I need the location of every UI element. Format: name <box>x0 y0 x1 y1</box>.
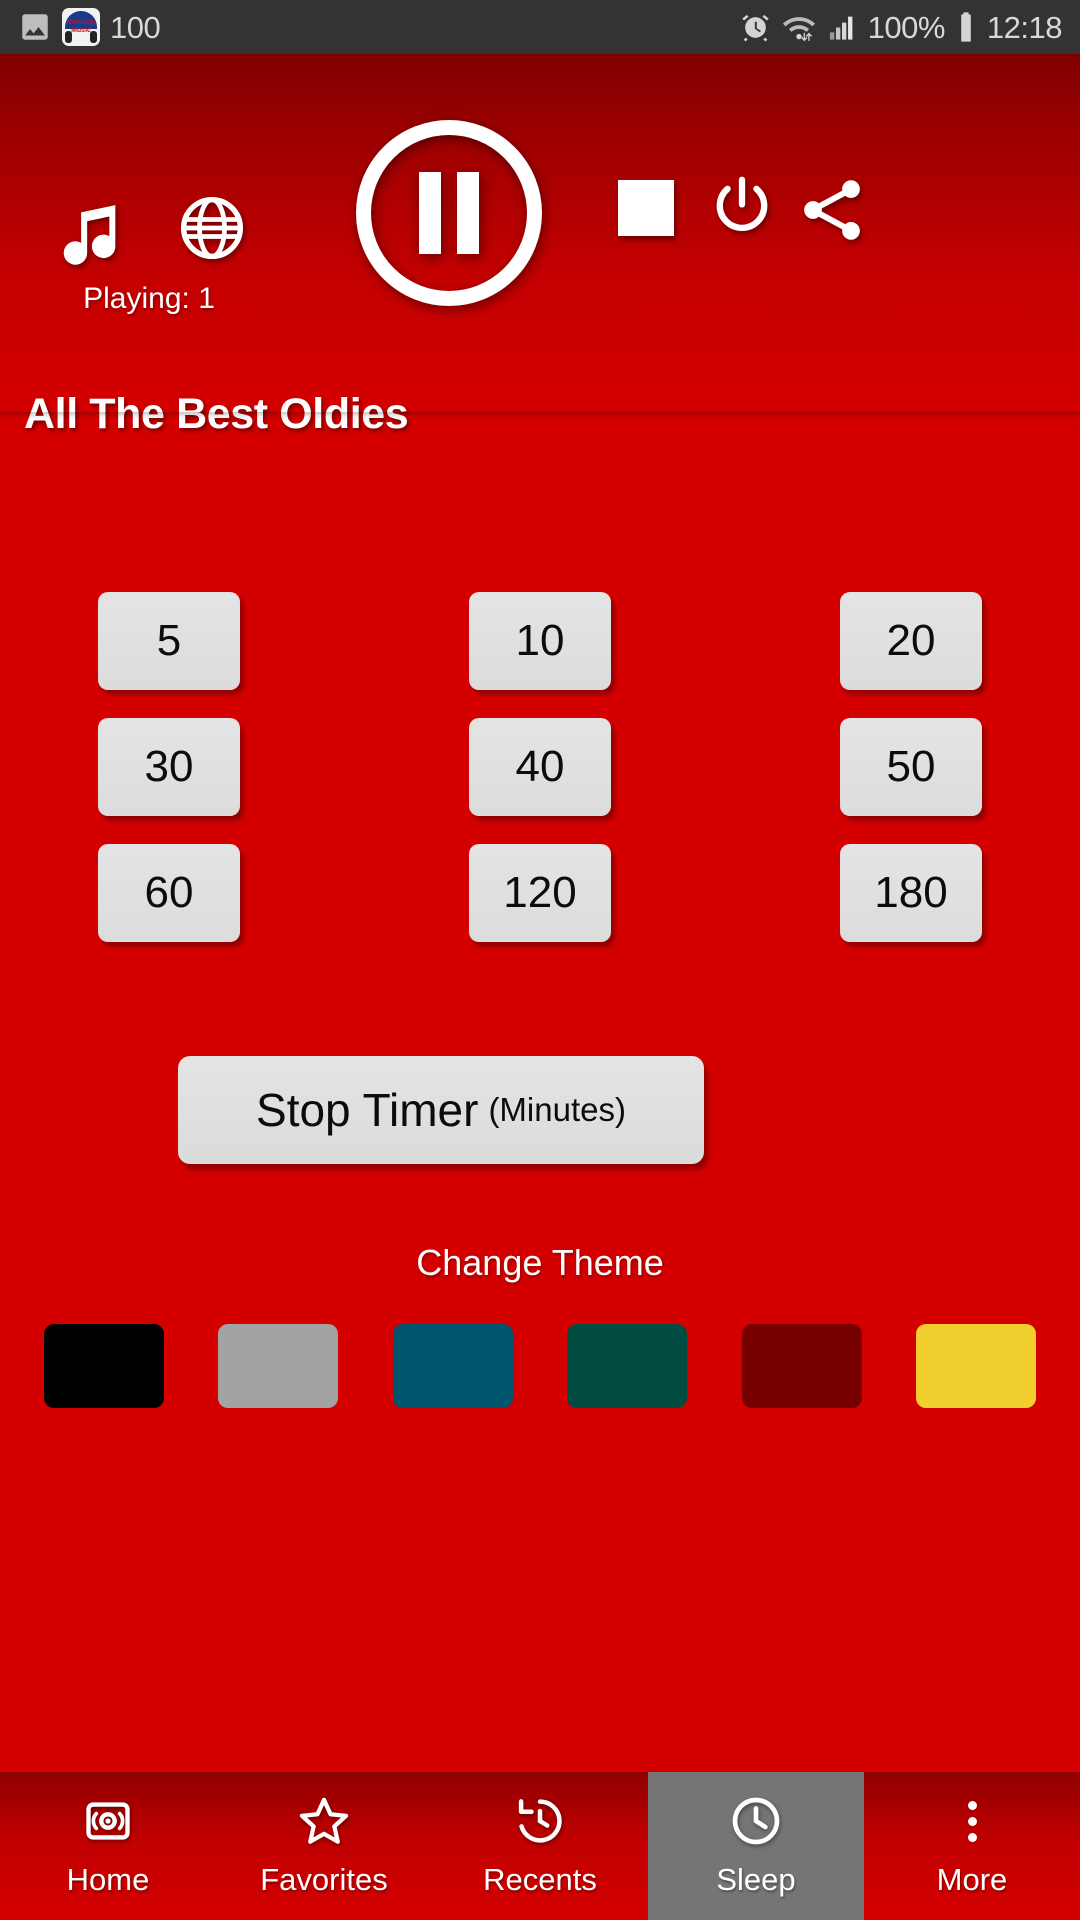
timer-option-button[interactable]: 40 <box>469 718 611 816</box>
playing-status-label: Playing: 1 <box>83 282 215 315</box>
stop-timer-label: Stop Timer <box>256 1084 479 1136</box>
theme-swatch-yellow[interactable] <box>915 1324 1036 1408</box>
timer-option-button[interactable]: 20 <box>840 592 982 690</box>
alarm-icon <box>741 14 769 41</box>
nav-item-sleep[interactable]: Sleep <box>648 1772 864 1920</box>
nav-item-more[interactable]: More <box>864 1772 1080 1920</box>
music-note-icon[interactable] <box>52 194 128 270</box>
status-bar-right: 100% 12:18 <box>740 9 1063 45</box>
timer-option-button[interactable]: 30 <box>98 718 240 816</box>
timer-option-button[interactable]: 180 <box>840 844 982 942</box>
nav-item-home[interactable]: Home <box>0 1772 216 1920</box>
star-icon <box>297 1794 351 1848</box>
player-header: Playing: 1 All The Best Oldies <box>0 54 1080 438</box>
sleep-timer-grid: 5 10 20 30 40 50 60 120 180 <box>98 592 982 942</box>
timer-option-button[interactable]: 10 <box>469 592 611 690</box>
timer-option-button[interactable]: 60 <box>98 844 240 942</box>
battery-percent-label: 100% <box>867 9 946 45</box>
overflow-dots-icon <box>967 1794 977 1848</box>
nav-label-more: More <box>936 1862 1008 1897</box>
header-divider <box>0 412 1080 420</box>
nonstop-music-app-icon: Nonstop Music <box>62 8 100 46</box>
power-icon[interactable] <box>706 172 778 244</box>
nav-label-recents: Recents <box>483 1862 597 1897</box>
status-bar: Nonstop Music 100 100% 12:18 <box>0 0 1080 54</box>
status-bar-left: Nonstop Music 100 <box>18 8 161 46</box>
timer-option-button[interactable]: 120 <box>469 844 611 942</box>
timer-option-button[interactable]: 50 <box>840 718 982 816</box>
clock-icon <box>728 1794 784 1848</box>
battery-icon <box>961 12 971 42</box>
bottom-navigation-bar: Home Favorites Recents Sleep More <box>0 1772 1080 1920</box>
share-icon[interactable] <box>794 172 870 248</box>
clock-label: 12:18 <box>986 9 1063 45</box>
globe-icon[interactable] <box>178 194 246 262</box>
radio-icon <box>82 1794 134 1848</box>
stop-timer-button[interactable]: Stop Timer (Minutes) <box>178 1056 704 1164</box>
notification-count: 100 <box>110 9 161 45</box>
theme-swatch-black[interactable] <box>44 1324 164 1408</box>
theme-swatch-gray[interactable] <box>218 1324 339 1408</box>
stop-timer-unit-label: (Minutes) <box>488 1091 626 1128</box>
theme-swatch-steel-blue[interactable] <box>392 1324 513 1408</box>
nav-label-favorites: Favorites <box>260 1862 388 1897</box>
theme-swatch-list <box>44 1324 1036 1408</box>
image-icon <box>22 14 48 40</box>
nav-item-recents[interactable]: Recents <box>432 1772 648 1920</box>
change-theme-label: Change Theme <box>416 1242 664 1283</box>
app-screen: Nonstop Music 100 100% 12:18 Playing: 1 … <box>0 0 1080 1920</box>
nav-label-home: Home <box>66 1862 150 1897</box>
signal-icon <box>829 16 853 40</box>
wifi-icon <box>782 16 815 41</box>
history-clock-icon <box>513 1794 567 1848</box>
nav-item-favorites[interactable]: Favorites <box>216 1772 432 1920</box>
nav-label-sleep: Sleep <box>716 1862 796 1897</box>
theme-swatch-dark-teal[interactable] <box>567 1324 688 1408</box>
theme-swatch-dark-red[interactable] <box>741 1324 862 1408</box>
stop-square-icon[interactable] <box>618 180 674 236</box>
pause-button[interactable] <box>356 120 542 306</box>
timer-option-button[interactable]: 5 <box>98 592 240 690</box>
